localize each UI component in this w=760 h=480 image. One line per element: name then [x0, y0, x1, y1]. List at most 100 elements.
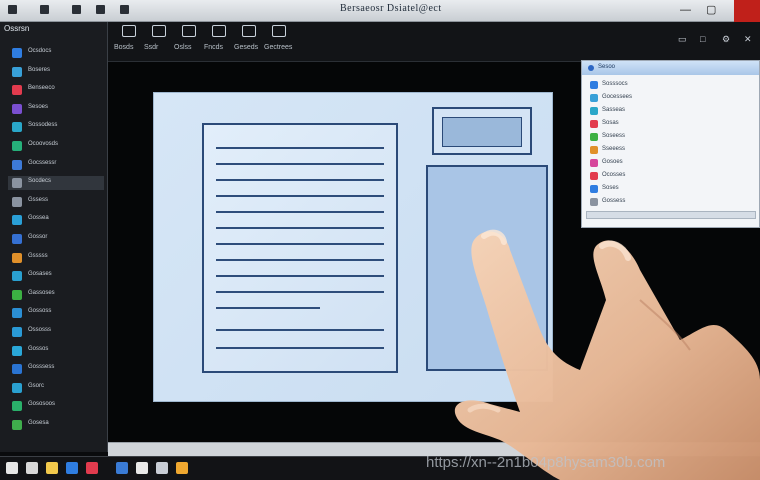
panel-title: Sesoo	[598, 64, 616, 70]
toolbar-button[interactable]: Ssdr	[144, 25, 174, 57]
sidebar-item[interactable]: Sesoes	[8, 102, 104, 116]
sidebar-item[interactable]: Gosases	[8, 269, 104, 283]
grid-icon	[212, 25, 226, 37]
app-icon	[590, 146, 598, 154]
sidebar-item[interactable]: Gososoos	[8, 399, 104, 413]
minimize-icon[interactable]: —	[680, 3, 691, 17]
store-icon[interactable]	[156, 462, 168, 474]
app-icon[interactable]	[86, 462, 98, 474]
panel-item-label: Gocessees	[602, 94, 633, 100]
sidebar-item[interactable]: Socdecs	[8, 176, 104, 191]
sidebar-item[interactable]: Gossoss	[8, 306, 104, 320]
media-icon[interactable]	[176, 462, 188, 474]
browser-icon[interactable]	[66, 462, 78, 474]
folder-icon[interactable]	[46, 462, 58, 474]
sidebar-item[interactable]: Gssess	[8, 195, 104, 209]
sidebar-item[interactable]: Gsssss	[8, 251, 104, 265]
image-placeholder-small[interactable]	[432, 107, 532, 155]
panel-header[interactable]: Sesoo	[582, 61, 759, 75]
panel-scrollbar[interactable]	[586, 211, 756, 219]
sidebar-item[interactable]: Gosssess	[8, 362, 104, 376]
panel-item-label: Soseess	[602, 133, 626, 139]
document-canvas[interactable]	[153, 92, 553, 402]
sidebar-header: Ossrsn	[4, 24, 30, 33]
sidebar-item[interactable]: Gosesa	[8, 418, 104, 432]
folder-icon	[122, 25, 136, 37]
panel-list-item[interactable]: Ocosses	[588, 170, 748, 182]
toolbar-button[interactable]: Gectrees	[264, 25, 294, 57]
sidebar-item[interactable]: Gsorc	[8, 381, 104, 395]
sidebar-item[interactable]: Gossea	[8, 213, 104, 227]
close-button[interactable]	[734, 0, 760, 22]
app-icon	[12, 364, 22, 375]
panel-list-item[interactable]: Soses	[588, 183, 748, 195]
app-icon	[12, 178, 22, 189]
sidebar-item[interactable]: Gocssessr	[8, 158, 104, 172]
app-icon	[590, 81, 598, 89]
sidebar-item[interactable]: Gossor	[8, 232, 104, 246]
panel-item-label: Sosas	[602, 120, 619, 126]
panel-list-item[interactable]: Gossess	[588, 196, 748, 208]
panel-list-item[interactable]: Sseeess	[588, 144, 748, 156]
toolbar-button-label: Geseds	[234, 44, 259, 51]
sidebar-item-label: Gosesa	[28, 420, 49, 426]
panel-list-item[interactable]: Sosssocs	[588, 79, 748, 91]
view-icon[interactable]	[96, 5, 105, 14]
restore-icon[interactable]: ▭	[678, 34, 687, 45]
sidebar-item[interactable]: Sossodess	[8, 120, 104, 134]
panel-list-item[interactable]: Sosas	[588, 118, 748, 130]
panel-icon	[272, 25, 286, 37]
toolbar-button[interactable]: Oslss	[174, 25, 204, 57]
sidebar-item[interactable]: Ossosss	[8, 325, 104, 339]
text-page[interactable]	[202, 123, 398, 373]
sidebar-item[interactable]: Boseres	[8, 65, 104, 79]
sidebar-item[interactable]: Gassoses	[8, 288, 104, 302]
sidebar-item[interactable]: Ocsdocs	[8, 46, 104, 60]
close-panel-icon[interactable]: ✕	[744, 34, 752, 45]
panel-list-item[interactable]: Gosoes	[588, 157, 748, 169]
sidebar-item-label: Sesoes	[28, 103, 49, 110]
file-icon[interactable]	[40, 5, 49, 14]
text-line	[216, 243, 384, 245]
view-icon	[242, 25, 256, 37]
settings-icon[interactable]: ⚙	[722, 34, 730, 45]
menu-icon[interactable]	[8, 5, 17, 14]
maximize-panel-icon[interactable]: □	[700, 34, 705, 44]
app-icon	[12, 327, 22, 337]
sidebar-item-label: Ocsdocs	[28, 48, 52, 54]
text-line	[216, 291, 384, 293]
sidebar-item-label: Gassoses	[28, 289, 55, 296]
app-icon	[12, 420, 22, 430]
panel-list-item[interactable]: Gocessees	[588, 92, 748, 104]
image-placeholder-large[interactable]	[426, 165, 548, 371]
app-icon	[12, 215, 22, 226]
sidebar-item[interactable]: Ocoovosds	[8, 139, 104, 153]
panel-list-item[interactable]: Soseess	[588, 131, 748, 143]
text-line	[216, 179, 384, 181]
sidebar-item-label: Gsssss	[28, 252, 48, 259]
toolbar-button[interactable]: Bosds	[114, 25, 144, 57]
mail-icon[interactable]	[116, 462, 128, 474]
edit-icon[interactable]	[72, 5, 81, 14]
tools-icon[interactable]	[120, 5, 129, 14]
watermark-url: https://xn--2n1b04p8hysam30b.com	[426, 454, 666, 471]
app-icon	[12, 159, 22, 170]
sidebar-item-label: Gssess	[28, 196, 49, 203]
start-icon[interactable]	[6, 462, 18, 474]
document-icon[interactable]	[136, 462, 148, 474]
sidebar-item-label: Gocssessr	[28, 159, 57, 166]
title-bar: Bersaeosr Dsiatel@ect — ▢	[0, 0, 760, 22]
sidebar-item-label: Gosases	[28, 271, 52, 278]
maximize-icon[interactable]: ▢	[706, 3, 716, 17]
sidebar-item[interactable]: Gossos	[8, 344, 104, 358]
toolbar-button[interactable]: Geseds	[234, 25, 264, 57]
toolbar-button[interactable]: Fncds	[204, 25, 234, 57]
app-icon	[590, 185, 598, 193]
sidebar-item-label: Socdecs	[28, 178, 52, 185]
app-icon	[12, 66, 22, 77]
sidebar-item-label: Ossosss	[28, 327, 52, 333]
app-screen: Bersaeosr Dsiatel@ect — ▢ Ossrsn Ocsdocs…	[0, 0, 760, 480]
search-icon[interactable]	[26, 462, 38, 474]
panel-list-item[interactable]: Sasseas	[588, 105, 748, 117]
sidebar-item[interactable]: Benseeco	[8, 83, 104, 97]
